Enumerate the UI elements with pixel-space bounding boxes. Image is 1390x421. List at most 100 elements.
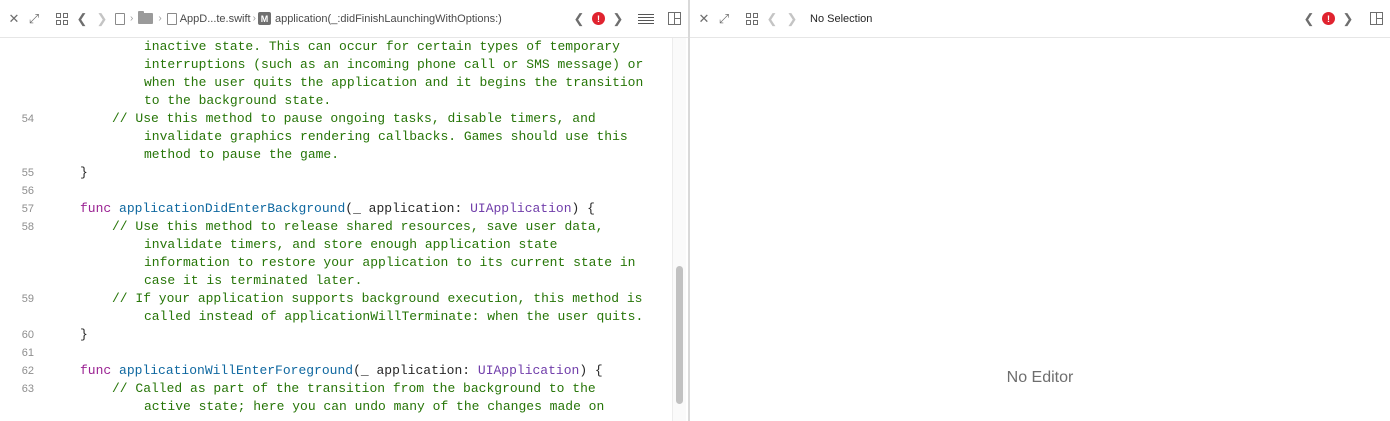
code-token-comment: invalidate graphics rendering callbacks.… xyxy=(144,129,628,144)
next-issue-icon[interactable]: ❯ xyxy=(1338,8,1358,30)
code-text: // If your application supports backgrou… xyxy=(112,290,643,308)
code-token: } xyxy=(80,165,88,180)
code-token-type: UIApplication xyxy=(470,201,572,216)
code-token-type: UIApplication xyxy=(477,363,580,378)
code-token: (_ application: xyxy=(353,363,478,378)
code-token: ) { xyxy=(571,201,595,216)
line-number: 58 xyxy=(21,221,34,233)
code-line[interactable]: interruptions (such as an incoming phone… xyxy=(0,56,672,74)
editor-options-menu-icon[interactable] xyxy=(636,8,656,30)
forward-chevron-icon[interactable]: ❯ xyxy=(782,8,802,30)
line-number: 55 xyxy=(21,167,34,179)
code-line[interactable]: information to restore your application … xyxy=(0,254,672,272)
no-editor-placeholder: No Editor xyxy=(1006,369,1074,386)
source-code-editor[interactable]: inactive state. This can occur for certa… xyxy=(0,38,672,421)
expand-editor-icon[interactable]: ⤢ xyxy=(24,8,44,30)
code-line[interactable]: when the user quits the application and … xyxy=(0,74,672,92)
line-number: 62 xyxy=(21,365,34,377)
line-number: 60 xyxy=(21,329,34,341)
related-items-grid-icon[interactable] xyxy=(52,8,72,30)
breadcrumb-file[interactable]: AppD...te.swift xyxy=(180,13,251,25)
code-line[interactable]: active state; here you can undo many of … xyxy=(0,398,672,416)
next-issue-icon[interactable]: ❯ xyxy=(608,8,628,30)
line-number: 59 xyxy=(21,293,34,305)
related-items-grid-icon[interactable] xyxy=(742,8,762,30)
code-token-fn: applicationDidEnterBackground xyxy=(119,201,346,216)
code-line[interactable]: 63 // Called as part of the transition fr… xyxy=(0,380,672,398)
line-number: 54 xyxy=(21,113,34,125)
editor-scrollbar-thumb[interactable] xyxy=(676,266,683,404)
code-line[interactable]: case it is terminated later. xyxy=(0,272,672,290)
code-line[interactable]: 54 // Use this method to pause ongoing ta… xyxy=(0,110,672,128)
code-text: // Use this method to release shared res… xyxy=(112,218,603,236)
right-jump-bar: ✕ ⤢ ❮ ❯ No Selection ❮ ! ❯ xyxy=(690,0,1390,38)
code-line[interactable]: called instead of applicationWillTermina… xyxy=(0,308,672,326)
code-line[interactable]: 62 func applicationWillEnterForeground(_ … xyxy=(0,362,672,380)
code-text: method to pause the game. xyxy=(144,146,339,164)
code-text: to the background state. xyxy=(144,92,331,110)
code-token-comment: information to restore your application … xyxy=(144,255,636,270)
code-text: func applicationWillEnterForeground(_ ap… xyxy=(80,362,603,380)
code-text: func applicationDidEnterBackground(_ app… xyxy=(80,200,595,218)
code-line[interactable]: 56 xyxy=(0,182,672,200)
close-editor-icon[interactable]: ✕ xyxy=(694,8,714,30)
back-chevron-icon[interactable]: ❮ xyxy=(72,8,92,30)
error-badge-icon[interactable]: ! xyxy=(592,12,605,25)
code-token-comment: // Called as part of the transition from… xyxy=(112,381,596,396)
code-line[interactable]: 60} xyxy=(0,326,672,344)
error-badge-icon[interactable]: ! xyxy=(1322,12,1335,25)
left-editor-pane: ✕ ⤢ ❮ ❯ › › AppD...te.swift › M applicat… xyxy=(0,0,688,421)
right-editor-pane: ✕ ⤢ ❮ ❯ No Selection ❮ ! ❯ No Editor xyxy=(690,0,1390,421)
close-editor-icon[interactable]: ✕ xyxy=(4,8,24,30)
forward-chevron-icon[interactable]: ❯ xyxy=(92,8,112,30)
code-line[interactable]: invalidate timers, and store enough appl… xyxy=(0,236,672,254)
method-badge-icon: M xyxy=(257,12,271,25)
back-chevron-icon[interactable]: ❮ xyxy=(762,8,782,30)
code-text: // Use this method to pause ongoing task… xyxy=(112,110,596,128)
code-line[interactable]: 61 xyxy=(0,344,672,362)
code-text: invalidate graphics rendering callbacks.… xyxy=(144,128,628,146)
breadcrumb-separator-icon: › xyxy=(158,13,162,24)
code-token-comment: method to pause the game. xyxy=(144,147,340,162)
breadcrumb-symbol[interactable]: application(_:didFinishLaunchingWithOpti… xyxy=(275,13,502,25)
code-text: active state; here you can undo many of … xyxy=(144,398,604,416)
code-line[interactable]: inactive state. This can occur for certa… xyxy=(0,38,672,56)
left-jump-bar: ✕ ⤢ ❮ ❯ › › AppD...te.swift › M applicat… xyxy=(0,0,688,38)
code-line[interactable]: 57 func applicationDidEnterBackground(_ a… xyxy=(0,200,672,218)
line-number: 57 xyxy=(21,203,34,215)
expand-editor-icon[interactable]: ⤢ xyxy=(714,8,734,30)
code-line[interactable]: 55} xyxy=(0,164,672,182)
code-token: (_ application: xyxy=(345,201,471,216)
code-text: } xyxy=(80,326,88,344)
selection-label[interactable]: No Selection xyxy=(810,13,872,25)
code-line[interactable]: 59 // If your application supports backgr… xyxy=(0,290,672,308)
code-text: } xyxy=(80,164,88,182)
code-text: information to restore your application … xyxy=(144,254,635,272)
code-text: inactive state. This can occur for certa… xyxy=(144,38,620,56)
folder-icon[interactable] xyxy=(138,11,154,24)
code-text: when the user quits the application and … xyxy=(144,74,643,92)
code-line[interactable]: to the background state. xyxy=(0,92,672,110)
code-line[interactable]: 58 // Use this method to release shared r… xyxy=(0,218,672,236)
code-line[interactable]: method to pause the game. xyxy=(0,146,672,164)
code-text: // Called as part of the transition from… xyxy=(112,380,596,398)
code-token-comment: called instead of applicationWillTermina… xyxy=(144,309,644,324)
previous-issue-icon[interactable]: ❮ xyxy=(569,8,589,30)
line-number: 61 xyxy=(21,347,34,359)
code-token-kw: func xyxy=(80,201,120,216)
code-text: case it is terminated later. xyxy=(144,272,362,290)
previous-issue-icon[interactable]: ❮ xyxy=(1299,8,1319,30)
code-token-comment: invalidate timers, and store enough appl… xyxy=(144,237,558,252)
add-editor-split-icon[interactable] xyxy=(664,8,684,30)
project-icon[interactable] xyxy=(115,12,125,25)
code-text: called instead of applicationWillTermina… xyxy=(144,308,643,326)
code-text: invalidate timers, and store enough appl… xyxy=(144,236,557,254)
code-token-comment: active state; here you can undo many of … xyxy=(144,399,605,414)
code-token-fn: applicationWillEnterForeground xyxy=(119,363,354,378)
breadcrumb-separator-icon: › xyxy=(252,13,256,24)
code-token: } xyxy=(80,327,88,342)
code-line[interactable]: invalidate graphics rendering callbacks.… xyxy=(0,128,672,146)
add-editor-split-icon[interactable] xyxy=(1366,8,1386,30)
code-token-comment: // If your application supports backgrou… xyxy=(112,291,643,306)
code-token-comment: case it is terminated later. xyxy=(144,273,363,288)
